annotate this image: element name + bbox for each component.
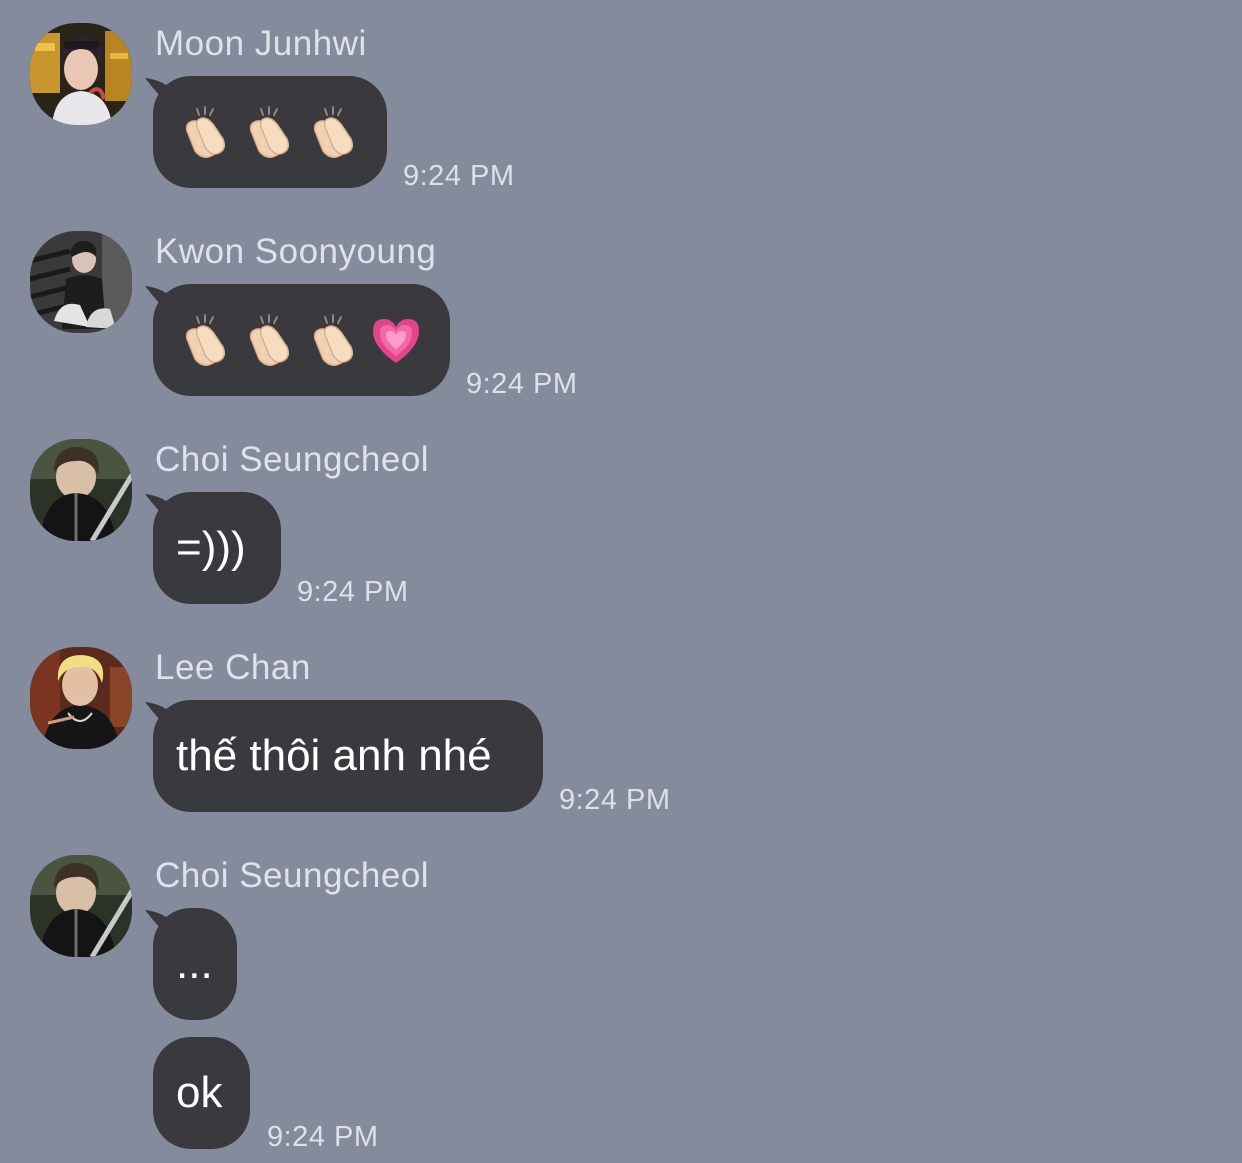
clapping-hands-icon [185, 314, 226, 366]
message-bubble[interactable]: =))) [153, 492, 281, 604]
message-timestamp: 9:24 PM [267, 1121, 379, 1153]
avatar-choi-seungcheol[interactable] [30, 439, 132, 541]
growing-heart-icon [373, 319, 419, 363]
profile-photo-icon [30, 231, 132, 333]
message-bubble[interactable] [153, 76, 387, 188]
sender-name: Kwon Soonyoung [155, 232, 437, 271]
message-timestamp: 9:24 PM [559, 784, 671, 816]
avatar-lee-chan[interactable] [30, 647, 132, 749]
message-bubble[interactable]: thế thôi anh nhé [153, 700, 543, 812]
sender-name: Choi Seungcheol [155, 856, 430, 895]
message-text: ok [176, 1068, 223, 1117]
message-text: thế thôi anh nhé [176, 731, 492, 780]
clapping-hands-icon [185, 106, 226, 158]
sender-name: Choi Seungcheol [155, 440, 430, 479]
message-timestamp: 9:24 PM [403, 160, 515, 192]
profile-photo-icon [30, 647, 132, 749]
clapping-hands-icon [249, 314, 290, 366]
clapping-hands-icon [313, 106, 354, 158]
avatar-moon-junhwi[interactable] [30, 23, 132, 125]
clapping-hands-icon [313, 314, 354, 366]
message-bubble[interactable]: ok [153, 1037, 250, 1149]
message-text: =))) [176, 523, 246, 572]
message-text: ... [176, 939, 213, 988]
sender-name: Lee Chan [155, 648, 311, 687]
message-bubble[interactable]: ... [153, 908, 237, 1020]
avatar-kwon-soonyoung[interactable] [30, 231, 132, 333]
profile-photo-icon [30, 23, 132, 125]
message-timestamp: 9:24 PM [297, 576, 409, 608]
avatar-choi-seungcheol[interactable] [30, 855, 132, 957]
message-timestamp: 9:24 PM [466, 368, 578, 400]
clapping-hands-icon [249, 106, 290, 158]
profile-photo-icon [30, 855, 132, 957]
sender-name: Moon Junhwi [155, 24, 367, 63]
message-bubble[interactable] [153, 284, 450, 396]
profile-photo-icon [30, 439, 132, 541]
